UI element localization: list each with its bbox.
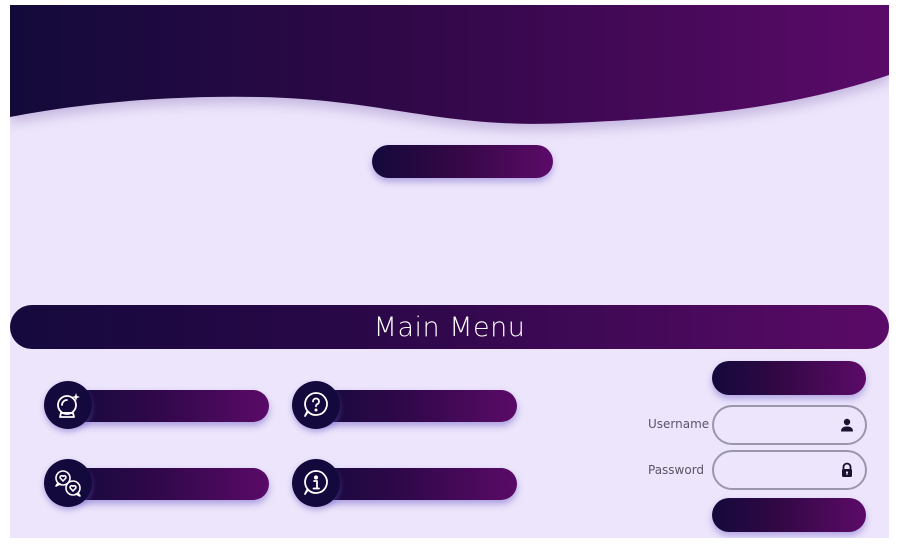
main-menu-title: Main Menu	[373, 311, 526, 343]
fortune-icon-circle[interactable]	[44, 381, 92, 429]
login-submit-button[interactable]	[712, 498, 866, 532]
password-field[interactable]	[712, 450, 867, 490]
app-frame: Main Menu Username Password	[10, 5, 889, 538]
password-label: Password	[648, 463, 705, 477]
header-wave-banner	[10, 5, 889, 124]
lock-icon	[842, 462, 852, 477]
info-menu-bar[interactable]	[312, 468, 517, 500]
help-menu-bar[interactable]	[312, 390, 517, 422]
login-header-button[interactable]	[712, 361, 866, 395]
username-field[interactable]	[712, 405, 867, 445]
question-chat-icon	[304, 392, 328, 417]
help-icon-circle[interactable]	[292, 381, 340, 429]
fortune-menu-button[interactable]	[44, 381, 270, 431]
help-menu-button[interactable]	[292, 381, 518, 431]
main-menu-header: Main Menu	[10, 305, 889, 349]
info-icon-circle[interactable]	[292, 459, 340, 507]
top-action-button[interactable]	[372, 145, 553, 178]
username-input[interactable]	[714, 407, 839, 443]
user-icon	[841, 418, 853, 432]
password-input[interactable]	[714, 452, 839, 488]
social-menu-bar[interactable]	[64, 468, 269, 500]
fortune-menu-bar[interactable]	[64, 390, 269, 422]
info-menu-button[interactable]	[292, 459, 518, 509]
username-label: Username	[648, 417, 710, 431]
info-chat-icon	[304, 470, 328, 495]
crystal-ball-icon	[57, 393, 80, 418]
social-icon-circle[interactable]	[44, 459, 92, 507]
social-menu-button[interactable]	[44, 459, 270, 509]
heart-chat-icon	[55, 470, 81, 497]
